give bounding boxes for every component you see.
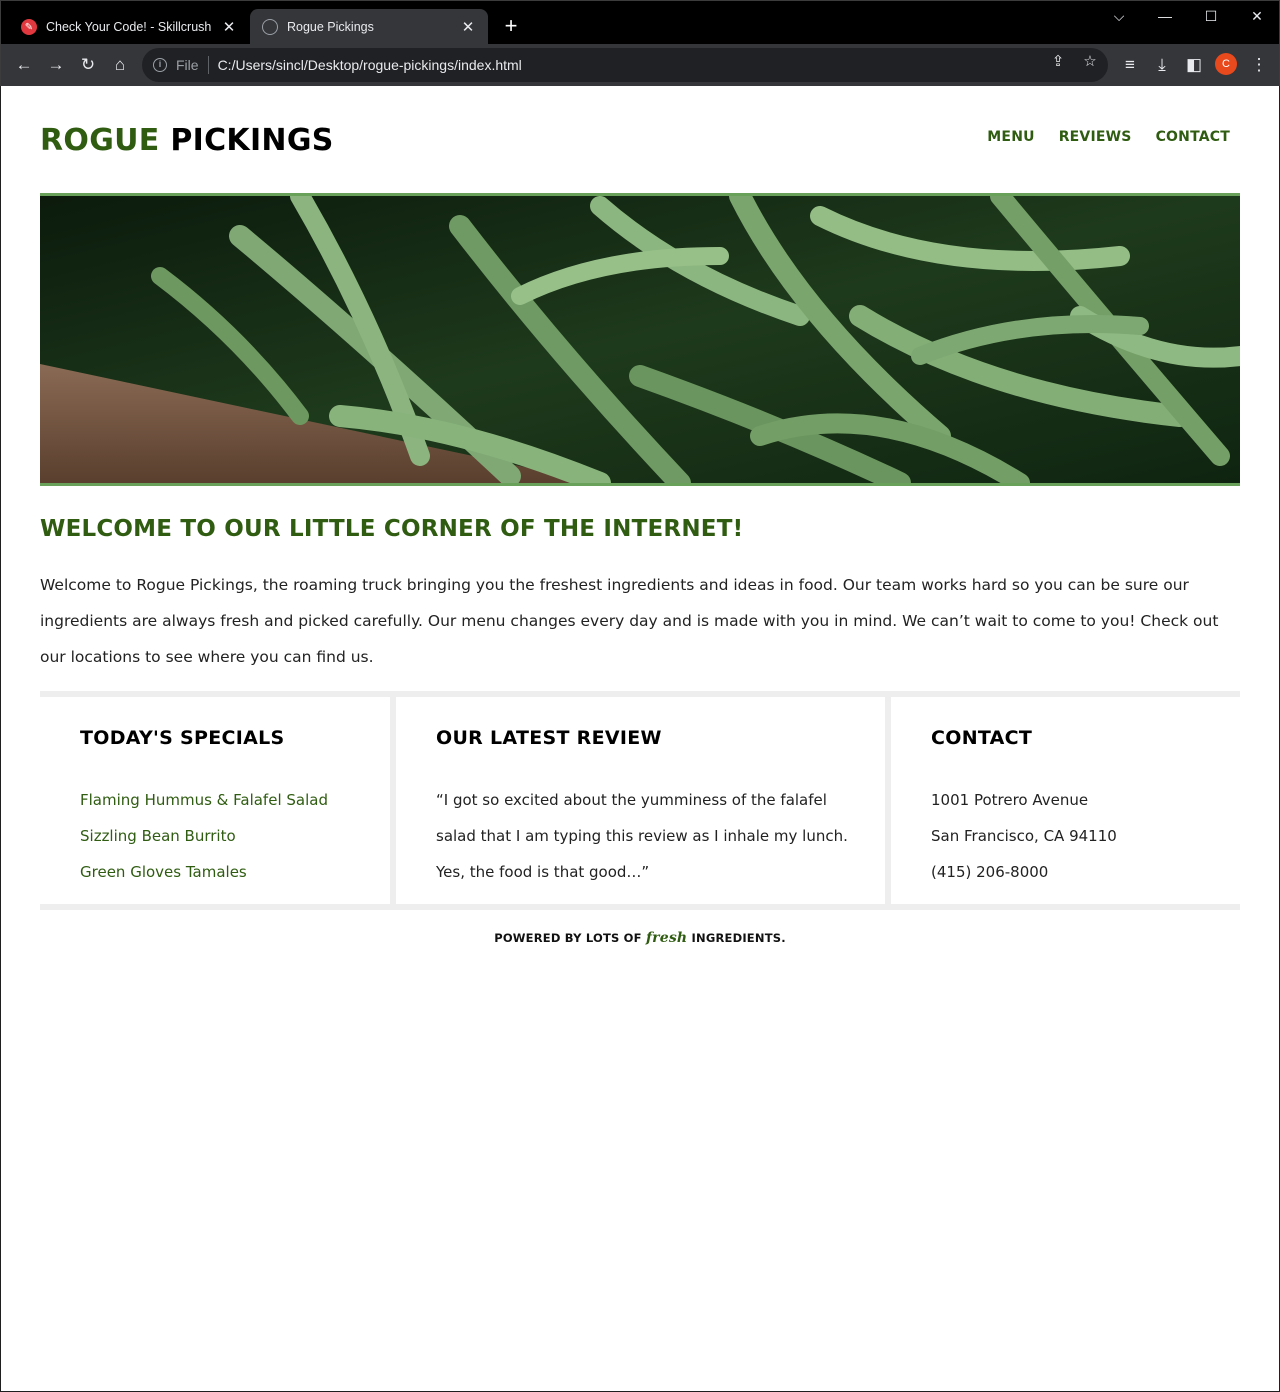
list-item: Flaming Hummus & Falafel Salad: [80, 791, 328, 809]
tab-search-icon[interactable]: ⌵: [1099, 5, 1139, 29]
close-tab-icon[interactable]: ✕: [221, 18, 237, 36]
green-beans-photo: [40, 196, 1240, 483]
tab-title: Rogue Pickings: [287, 20, 374, 34]
site-logo[interactable]: ROGUE PICKINGS: [40, 123, 334, 158]
browser-toolbar: ← → ↻ ⌂ i File C:/Users/sincl/Desktop/ro…: [0, 44, 1280, 86]
site-footer: POWERED BY LOTS OF fresh INGREDIENTS.: [40, 930, 1240, 946]
footer-fresh: fresh: [645, 930, 688, 946]
nav-contact[interactable]: CONTACT: [1156, 129, 1230, 145]
back-icon[interactable]: ←: [11, 52, 37, 78]
contact-list: 1001 Potrero Avenue San Francisco, CA 94…: [931, 782, 1117, 890]
menu-kebab-icon[interactable]: ⋮: [1246, 52, 1272, 78]
info-boxes: TODAY'S SPECIALS Flaming Hummus & Falafe…: [40, 691, 1240, 910]
contact-phone: (415) 206-8000: [931, 863, 1049, 881]
site-header: ROGUE PICKINGS MENU REVIEWS CONTACT: [40, 86, 1240, 193]
hero-image: [40, 193, 1240, 486]
specials-box: TODAY'S SPECIALS Flaming Hummus & Falafe…: [40, 697, 390, 904]
divider: [207, 56, 209, 74]
tab-skillcrush[interactable]: ✎ Check Your Code! - Skillcrush ✕: [9, 9, 249, 45]
contact-heading: CONTACT: [931, 727, 1033, 749]
share-icon[interactable]: ⇪: [1047, 51, 1069, 73]
review-text: “I got so excited about the yumminess of…: [436, 791, 848, 881]
list-item: Sizzling Bean Burrito: [80, 827, 236, 845]
nav-reviews[interactable]: REVIEWS: [1059, 129, 1132, 145]
list-item: Green Gloves Tamales: [80, 863, 247, 881]
bookmark-star-icon[interactable]: ☆: [1079, 51, 1101, 73]
info-icon[interactable]: i: [153, 58, 167, 72]
welcome-paragraph: Welcome to Rogue Pickings, the roaming t…: [40, 576, 1219, 666]
globe-icon: [262, 19, 278, 35]
contact-address: 1001 Potrero Avenue: [931, 791, 1089, 809]
contact-box: CONTACT 1001 Potrero Avenue San Francisc…: [891, 697, 1240, 904]
review-box: OUR LATEST REVIEW “I got so excited abou…: [396, 697, 885, 904]
home-icon[interactable]: ⌂: [107, 52, 133, 78]
close-window-button[interactable]: ✕: [1237, 5, 1277, 29]
contact-city: San Francisco, CA 94110: [931, 827, 1117, 845]
nav-menu[interactable]: MENU: [987, 129, 1034, 145]
scheme-label: File: [176, 57, 199, 73]
footer-text-before: POWERED BY LOTS OF: [494, 931, 642, 945]
specials-list: Flaming Hummus & Falafel Salad Sizzling …: [80, 782, 328, 890]
web-page: ROGUE PICKINGS MENU REVIEWS CONTACT WELC…: [1, 86, 1279, 1391]
url-text[interactable]: C:/Users/sincl/Desktop/rogue-pickings/in…: [218, 57, 522, 73]
logo-part-rogue: ROGUE: [40, 123, 160, 158]
skillcrush-icon: ✎: [21, 19, 37, 35]
welcome-heading: WELCOME TO OUR LITTLE CORNER OF THE INTE…: [40, 516, 744, 542]
download-icon[interactable]: ⤓: [1149, 52, 1175, 78]
browser-window: ✎ Check Your Code! - Skillcrush ✕ Rogue …: [0, 0, 1280, 86]
reload-icon[interactable]: ↻: [75, 52, 101, 78]
maximize-button[interactable]: ☐: [1191, 5, 1231, 29]
logo-part-pickings: PICKINGS: [170, 123, 334, 158]
side-panel-icon[interactable]: ◧: [1181, 52, 1207, 78]
profile-avatar[interactable]: C: [1215, 53, 1237, 75]
media-queue-icon[interactable]: ≡: [1117, 52, 1143, 78]
specials-heading: TODAY'S SPECIALS: [80, 727, 285, 749]
main-nav: MENU REVIEWS CONTACT: [987, 129, 1230, 145]
address-bar[interactable]: i File C:/Users/sincl/Desktop/rogue-pick…: [142, 48, 1108, 82]
review-heading: OUR LATEST REVIEW: [436, 727, 662, 749]
tab-strip: ✎ Check Your Code! - Skillcrush ✕ Rogue …: [0, 0, 1280, 45]
minimize-button[interactable]: —: [1145, 5, 1185, 29]
close-tab-icon[interactable]: ✕: [460, 18, 476, 36]
tab-rogue-pickings[interactable]: Rogue Pickings ✕: [250, 9, 488, 45]
new-tab-button[interactable]: +: [499, 13, 523, 39]
forward-icon[interactable]: →: [43, 52, 69, 78]
tab-title: Check Your Code! - Skillcrush: [46, 20, 212, 34]
footer-text-after: INGREDIENTS.: [691, 931, 786, 945]
